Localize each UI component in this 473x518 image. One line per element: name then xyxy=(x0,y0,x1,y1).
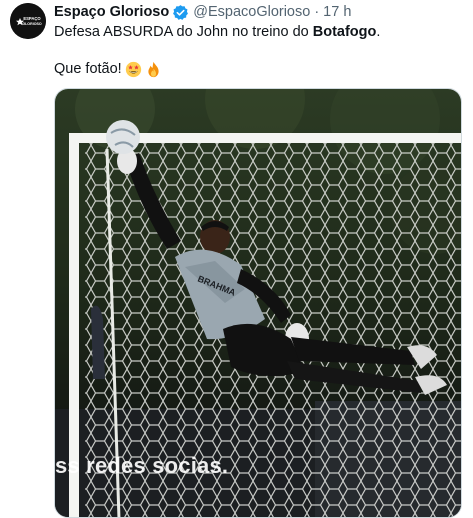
separator-dot: · xyxy=(314,4,320,20)
tweet-text-bold: Botafogo xyxy=(312,24,377,40)
tweet[interactable]: ESPAÇO GLORIOSO Espaço Glorioso @EspacoG… xyxy=(0,0,473,518)
tweet-media-image[interactable]: BRAHMA ss redes socias. xyxy=(54,88,462,518)
tweet-text-part1: Defesa ABSURDA do John no treino do xyxy=(54,24,313,40)
timestamp[interactable]: 17 h xyxy=(323,4,351,20)
fire-emoji-icon xyxy=(145,61,162,78)
logo-text-bottom: GLORIOSO xyxy=(22,22,42,26)
espaco-glorioso-logo-icon: ESPAÇO GLORIOSO xyxy=(10,3,46,39)
tweet-text-line1: Defesa ABSURDA do John no treino do Bota… xyxy=(54,23,380,41)
star-struck-emoji-icon xyxy=(125,61,142,78)
tweet-header: Espaço Glorioso @EspacoGlorioso · 17 h xyxy=(54,3,351,21)
display-name[interactable]: Espaço Glorioso xyxy=(54,4,169,20)
logo-text-top: ESPAÇO xyxy=(23,16,41,21)
verified-badge-icon[interactable] xyxy=(172,4,189,21)
tweet-text-line2: Que fotão! xyxy=(54,60,162,78)
user-handle[interactable]: @EspacoGlorioso xyxy=(193,4,310,20)
avatar[interactable]: ESPAÇO GLORIOSO xyxy=(10,3,46,39)
tweet-text-part2: . xyxy=(376,24,381,40)
media-overlay-caption: ss redes socias. xyxy=(55,453,229,478)
tweet-text-line2-text: Que fotão! xyxy=(54,61,122,77)
